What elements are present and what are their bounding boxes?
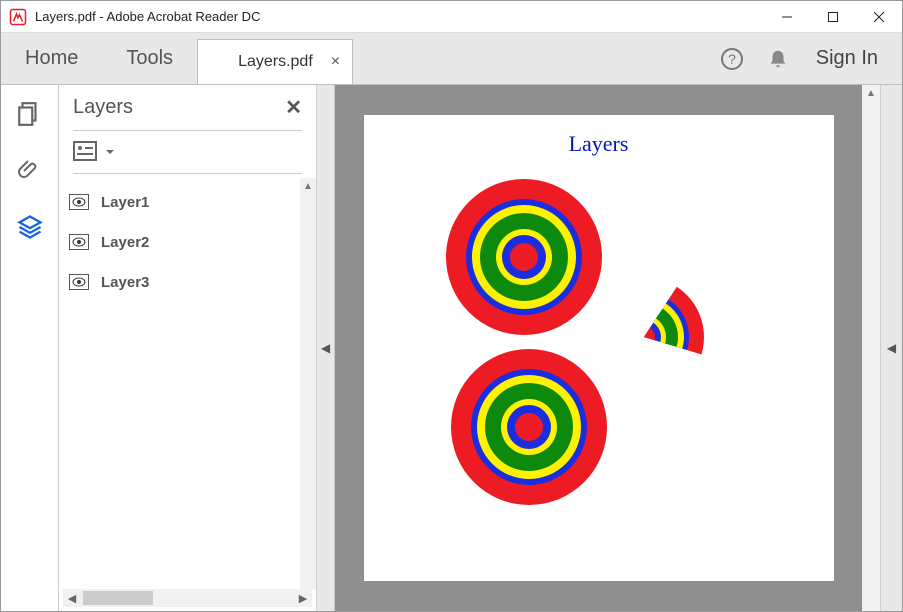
left-rail — [1, 85, 59, 611]
scroll-up-icon[interactable]: ▲ — [300, 178, 316, 194]
sign-in-button[interactable]: Sign In — [810, 47, 884, 70]
document-viewport[interactable]: Layers — [335, 85, 862, 611]
bell-icon — [767, 48, 789, 70]
tabs-bar: Home Tools Layers.pdf × ? Sign In — [1, 33, 902, 85]
main-body: Layers ✕ — [1, 85, 902, 611]
close-icon — [873, 11, 885, 23]
collapse-tools-handle[interactable]: ◀ — [880, 85, 902, 611]
scroll-left-icon[interactable]: ◀ — [63, 592, 81, 605]
layers-horizontal-scrollbar[interactable]: ◀ ▶ — [63, 589, 312, 607]
divider — [73, 173, 302, 174]
maximize-button[interactable] — [810, 1, 856, 33]
layer-name: Layer3 — [101, 274, 149, 291]
layers-icon — [16, 213, 44, 241]
layers-button[interactable] — [16, 213, 44, 241]
document-page: Layers — [364, 115, 834, 581]
layer-row[interactable]: Layer3 — [63, 262, 296, 302]
layers-options-button[interactable] — [59, 135, 316, 169]
document-graphics — [364, 157, 834, 517]
minimize-button[interactable] — [764, 1, 810, 33]
layers-panel: Layers ✕ — [59, 85, 317, 611]
options-icon — [73, 141, 101, 163]
notifications-button[interactable] — [764, 45, 792, 73]
scrollbar-thumb[interactable] — [83, 591, 153, 605]
pages-icon — [16, 101, 42, 127]
layers-panel-title: Layers — [73, 96, 285, 119]
layer-row[interactable]: Layer1 — [63, 182, 296, 222]
document-area: Layers — [335, 85, 880, 611]
attachments-button[interactable] — [16, 157, 44, 185]
minimize-icon — [781, 11, 793, 23]
paperclip-icon — [16, 157, 40, 181]
eye-icon — [72, 197, 86, 207]
chevron-down-icon — [105, 147, 115, 157]
window-title: Layers.pdf - Adobe Acrobat Reader DC — [35, 9, 260, 24]
tab-document-label: Layers.pdf — [238, 53, 313, 71]
app-icon — [9, 8, 27, 26]
eye-icon — [72, 277, 86, 287]
collapse-panel-handle[interactable]: ◀ — [317, 85, 335, 611]
svg-text:?: ? — [728, 51, 736, 67]
scroll-up-icon[interactable]: ▲ — [862, 85, 880, 101]
document-vertical-scrollbar[interactable]: ▲ — [862, 85, 880, 611]
title-bar: Layers.pdf - Adobe Acrobat Reader DC — [1, 1, 902, 33]
close-window-button[interactable] — [856, 1, 902, 33]
tab-home[interactable]: Home — [1, 33, 102, 84]
tab-document-close[interactable]: × — [331, 53, 340, 71]
thumbnails-button[interactable] — [16, 101, 44, 129]
layer-visibility-toggle[interactable] — [69, 194, 89, 210]
layer-visibility-toggle[interactable] — [69, 274, 89, 290]
help-button[interactable]: ? — [718, 45, 746, 73]
document-title: Layers — [364, 115, 834, 157]
tab-tools[interactable]: Tools — [102, 33, 197, 84]
layers-panel-close[interactable]: ✕ — [285, 95, 302, 120]
layer-row[interactable]: Layer2 — [63, 222, 296, 262]
layer-name: Layer2 — [101, 234, 149, 251]
layer-name: Layer1 — [101, 194, 149, 211]
scroll-right-icon[interactable]: ▶ — [294, 592, 312, 605]
tab-document[interactable]: Layers.pdf × — [197, 39, 353, 84]
help-icon: ? — [720, 47, 744, 71]
layers-vertical-scrollbar[interactable]: ▲ — [300, 178, 316, 589]
layer-visibility-toggle[interactable] — [69, 234, 89, 250]
maximize-icon — [827, 11, 839, 23]
eye-icon — [72, 237, 86, 247]
layers-list: Layer1 Layer2 Layer3 — [59, 178, 300, 589]
divider — [73, 130, 302, 131]
app-window: Layers.pdf - Adobe Acrobat Reader DC Hom… — [0, 0, 903, 612]
